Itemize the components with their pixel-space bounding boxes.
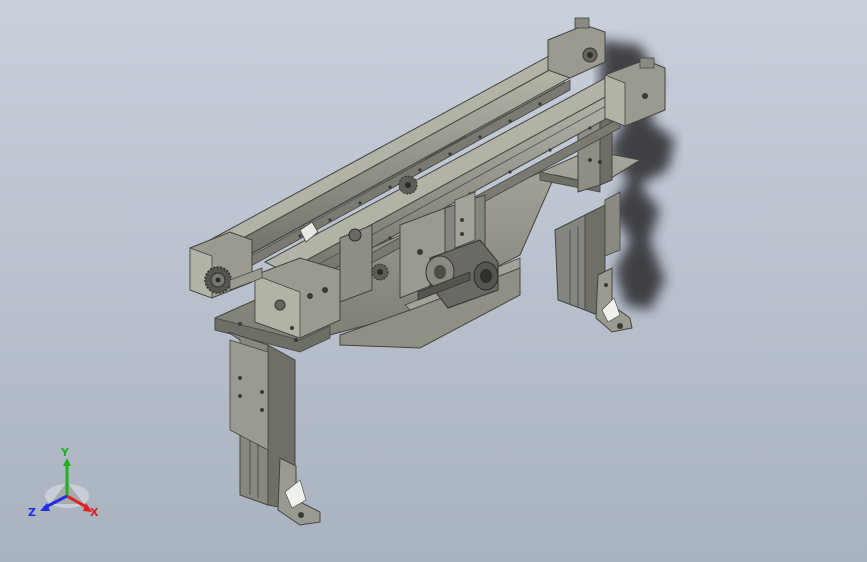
cad-viewport[interactable]: Y X Z xyxy=(0,0,867,562)
conveyor-assembly-model[interactable] xyxy=(0,0,867,562)
y-axis-label: Y xyxy=(60,446,70,459)
axis-triad: Y X Z xyxy=(28,446,99,519)
z-axis-label: Z xyxy=(28,506,36,519)
front-left-leg xyxy=(227,331,321,526)
y-axis-head xyxy=(63,458,71,466)
x-axis-label: X xyxy=(90,506,99,519)
